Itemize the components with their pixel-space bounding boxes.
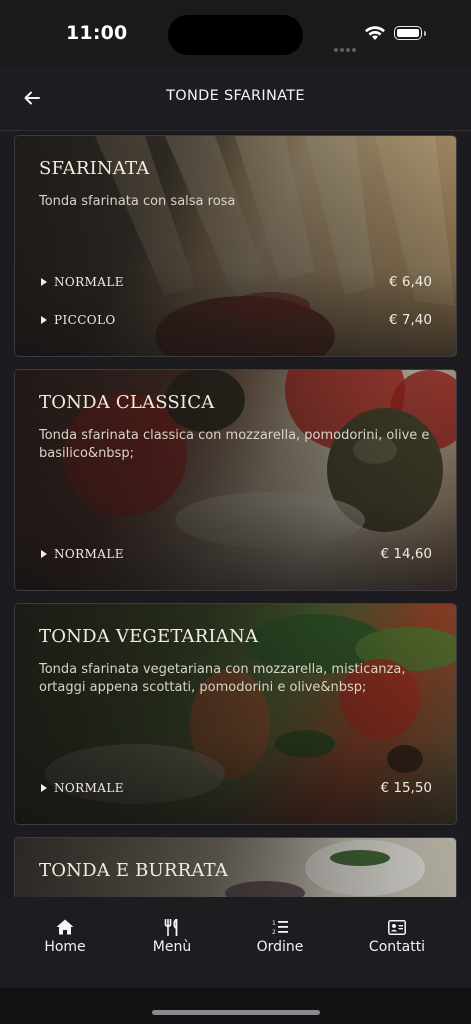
dynamic-island [168, 15, 303, 55]
size-price: € 7,40 [389, 312, 432, 328]
caret-right-icon [41, 550, 47, 558]
caret-right-icon [41, 784, 47, 792]
item-name: TONDA CLASSICA [39, 392, 215, 413]
menu-item-list[interactable]: SFARINATA Tonda sfarinata con salsa rosa… [0, 131, 471, 897]
tab-menu[interactable]: Menù [122, 917, 222, 955]
menu-item-card[interactable]: TONDA VEGETARIANA Tonda sfarinata vegeta… [14, 603, 457, 825]
tab-order[interactable]: 1 2 Ordine [230, 917, 330, 955]
menu-item-card[interactable]: SFARINATA Tonda sfarinata con salsa rosa… [14, 135, 457, 357]
svg-text:1: 1 [272, 920, 276, 927]
fork-knife-icon [122, 917, 222, 937]
cellular-signal-icon [334, 37, 358, 56]
svg-text:2: 2 [272, 929, 276, 935]
tab-label: Ordine [256, 939, 304, 955]
item-description: Tonda sfarinata con salsa rosa [39, 194, 236, 209]
home-indicator[interactable] [152, 1010, 320, 1015]
size-label: PICCOLO [54, 313, 116, 327]
menu-item-card[interactable]: TONDA CLASSICA Tonda sfarinata classica … [14, 369, 457, 591]
home-icon [15, 917, 115, 937]
caret-right-icon [41, 316, 47, 324]
top-navigation-bar: TONDE SFARINATE [0, 66, 471, 131]
tab-label: Contatti [368, 939, 426, 955]
page-title: TONDE SFARINATE [166, 88, 305, 104]
size-label: NORMALE [54, 275, 124, 289]
tab-home[interactable]: Home [15, 917, 115, 955]
size-label: NORMALE [54, 781, 124, 795]
size-price: € 14,60 [380, 546, 432, 562]
size-option-row[interactable]: PICCOLO € 7,40 [39, 312, 432, 332]
menu-item-card[interactable]: TONDA E BURRATA [14, 837, 457, 897]
tab-label: Menù [152, 939, 192, 955]
item-name: SFARINATA [39, 158, 150, 179]
battery-icon [394, 26, 426, 40]
status-time: 11:00 [66, 22, 128, 44]
item-name: TONDA E BURRATA [39, 860, 229, 881]
status-bar: 11:00 [0, 0, 471, 66]
caret-right-icon [41, 278, 47, 286]
size-label: NORMALE [54, 547, 124, 561]
tab-label: Home [44, 939, 86, 955]
item-description: Tonda sfarinata classica con mozzarella,… [39, 428, 430, 461]
wifi-icon [364, 25, 386, 45]
contact-card-icon [347, 917, 447, 937]
item-name: TONDA VEGETARIANA [39, 626, 259, 647]
size-price: € 15,50 [380, 780, 432, 796]
tab-contacts[interactable]: Contatti [347, 917, 447, 955]
size-option-row[interactable]: NORMALE € 15,50 [39, 780, 432, 800]
size-price: € 6,40 [389, 274, 432, 290]
numbered-list-icon: 1 2 [230, 917, 330, 937]
item-description: Tonda sfarinata vegetariana con mozzarel… [39, 662, 406, 695]
size-option-row[interactable]: NORMALE € 6,40 [39, 274, 432, 294]
size-option-row[interactable]: NORMALE € 14,60 [39, 546, 432, 566]
bottom-tab-bar: Home Menù 1 2 Ordine Contatti [0, 897, 471, 1024]
